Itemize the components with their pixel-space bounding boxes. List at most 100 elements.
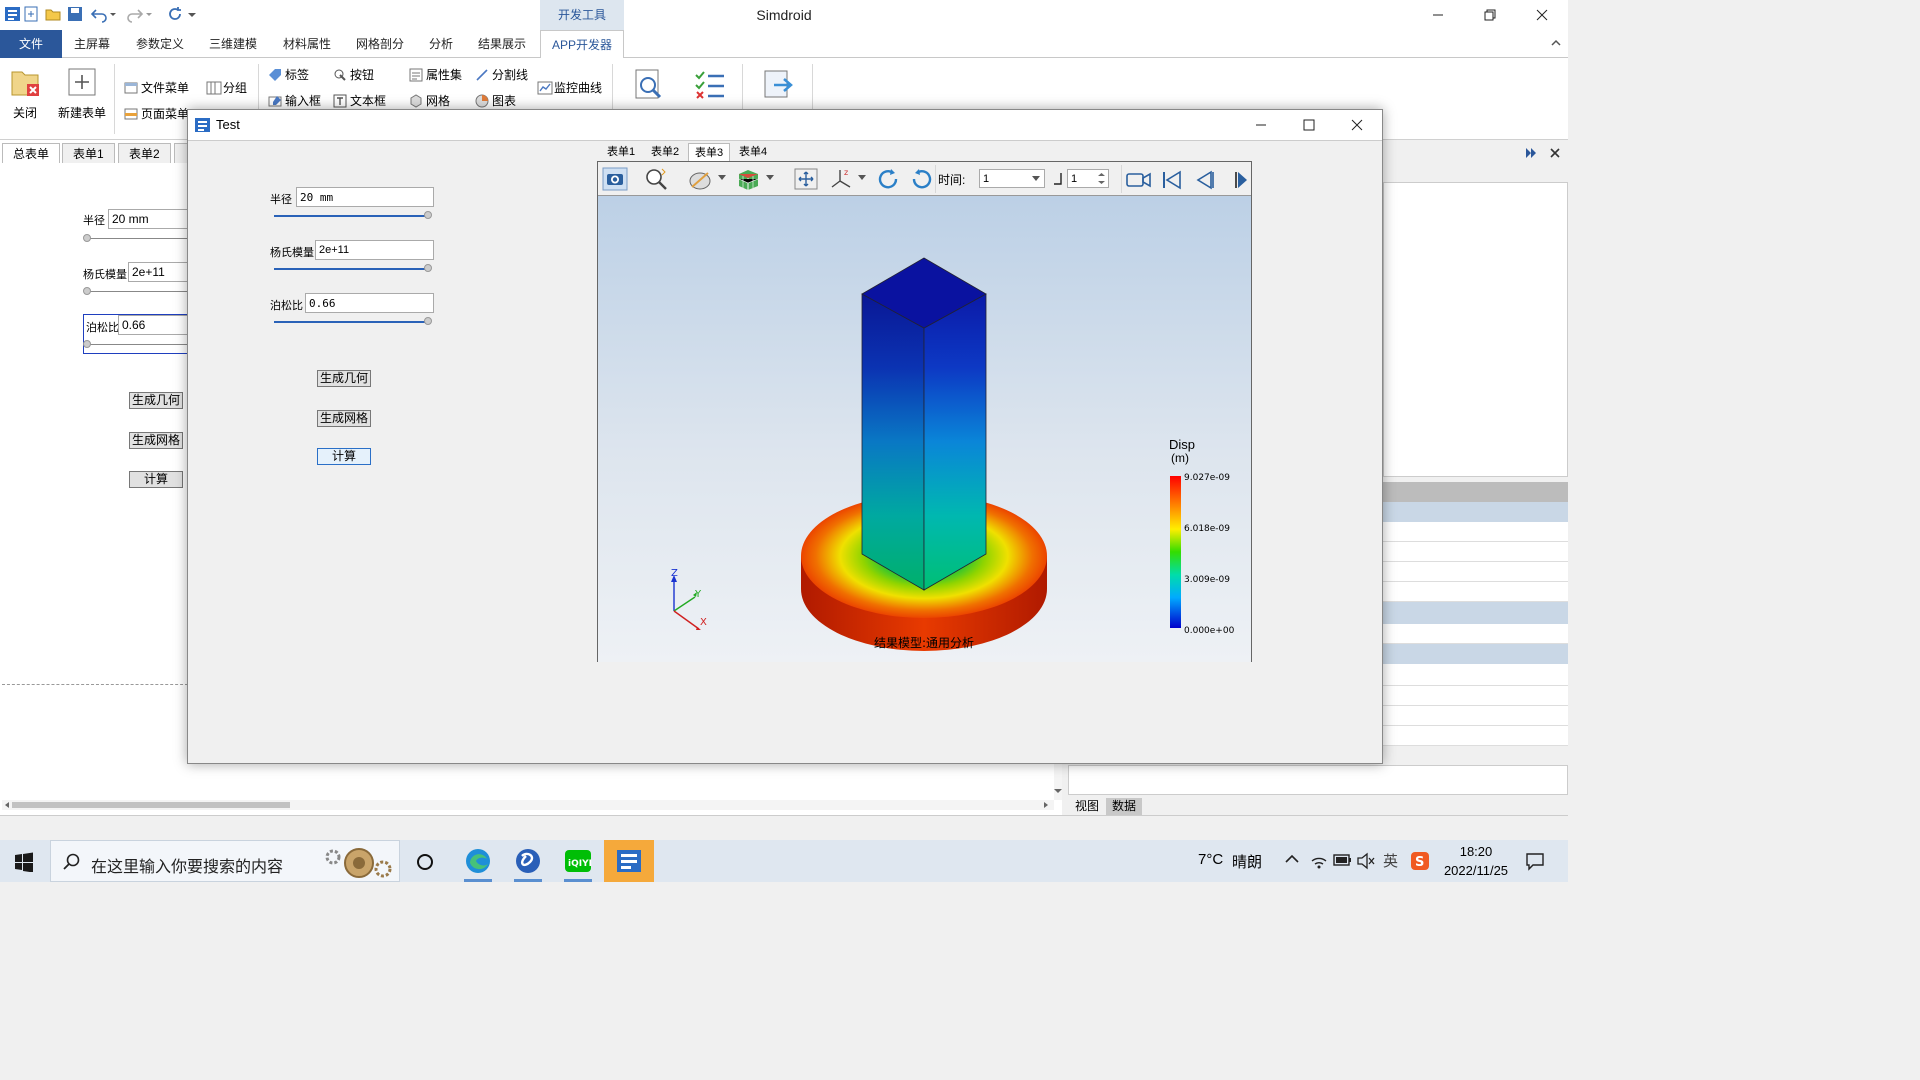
- export-app-icon[interactable]: [762, 68, 796, 102]
- dialog-young-slider-handle[interactable]: [424, 264, 432, 272]
- property-row[interactable]: [1383, 542, 1568, 562]
- left-calculate-button[interactable]: 计算: [129, 471, 183, 488]
- form-design-canvas[interactable]: 半径 20 mm 杨氏模量 2e+11 泊松比 0.66 生成几何 生成网格 计…: [2, 163, 198, 685]
- speaker-muted-icon[interactable]: [1356, 852, 1376, 870]
- tab-analysis[interactable]: 分析: [418, 30, 464, 58]
- customize-toolbar-icon[interactable]: [186, 5, 198, 23]
- tab-results[interactable]: 结果展示: [467, 30, 537, 58]
- zoom-icon[interactable]: [644, 167, 670, 191]
- undo-dropdown-icon[interactable]: [108, 5, 118, 23]
- preview-search-icon[interactable]: [632, 68, 666, 102]
- radius-input[interactable]: 20 mm: [108, 209, 198, 229]
- property-row[interactable]: [1383, 502, 1568, 522]
- taskbar-app-swirl-button[interactable]: [508, 840, 548, 882]
- rotate-ccw-icon[interactable]: [908, 167, 934, 191]
- sogou-ime-icon[interactable]: S: [1410, 851, 1430, 871]
- property-row[interactable]: [1383, 706, 1568, 726]
- calculate-button[interactable]: 计算: [317, 448, 371, 465]
- radius-slider[interactable]: [88, 238, 198, 239]
- young-slider[interactable]: [88, 291, 198, 292]
- dialog-radius-input[interactable]: 20 mm: [296, 187, 434, 207]
- expand-panel-icon[interactable]: [1525, 147, 1537, 159]
- new-form-button[interactable]: 新建表单: [56, 66, 108, 121]
- property-row[interactable]: [1383, 602, 1568, 624]
- property-set-button[interactable]: 属性集: [409, 66, 462, 83]
- tab-material[interactable]: 材料属性: [272, 30, 342, 58]
- display-style-icon[interactable]: [688, 167, 714, 191]
- property-row[interactable]: [1383, 522, 1568, 542]
- dialog-poisson-input[interactable]: 0.66: [305, 293, 434, 313]
- property-row[interactable]: [1383, 624, 1568, 644]
- close-window-button[interactable]: [1516, 0, 1568, 30]
- record-video-icon[interactable]: [1125, 169, 1153, 191]
- dialog-radius-slider[interactable]: [274, 215, 428, 217]
- property-tree[interactable]: [1383, 182, 1568, 477]
- tab-form-2[interactable]: 表单2: [118, 143, 171, 163]
- redo-icon[interactable]: [126, 5, 144, 23]
- taskbar-search-box[interactable]: 在这里输入你要搜索的内容: [50, 840, 400, 882]
- show-hidden-icons-chevron-icon[interactable]: [1285, 854, 1299, 864]
- group-button[interactable]: 分组: [206, 79, 247, 96]
- property-row[interactable]: [1383, 726, 1568, 746]
- file-menu-button[interactable]: 文件菜单: [124, 79, 189, 96]
- input-box-button[interactable]: 输入框: [268, 92, 321, 109]
- dialog-young-input[interactable]: 2e+11: [315, 240, 434, 260]
- poisson-slider[interactable]: [88, 344, 198, 345]
- dialog-radius-slider-handle[interactable]: [424, 211, 432, 219]
- time-select[interactable]: 1: [979, 169, 1045, 188]
- ime-indicator[interactable]: 英: [1383, 850, 1398, 871]
- taskbar-iqiyi-button[interactable]: iQIYI: [558, 840, 598, 882]
- taskbar-edge-button[interactable]: [458, 840, 498, 882]
- spinner-arrows-icon[interactable]: [1098, 172, 1105, 185]
- taskbar-simdroid-button[interactable]: [604, 840, 654, 882]
- dialog-young-slider[interactable]: [274, 268, 428, 270]
- open-folder-icon[interactable]: [44, 5, 62, 23]
- save-icon[interactable]: [66, 5, 84, 23]
- tab-data[interactable]: 数据: [1106, 798, 1143, 815]
- left-generate-geometry-button[interactable]: 生成几何: [129, 392, 183, 409]
- tab-home[interactable]: 主屏幕: [63, 30, 121, 58]
- collapse-ribbon-icon[interactable]: [1550, 37, 1562, 49]
- scroll-left-arrow-icon[interactable]: [4, 802, 10, 808]
- tab-file[interactable]: 文件: [0, 30, 62, 58]
- display-style-dropdown-icon[interactable]: [718, 175, 726, 181]
- tab-form-more[interactable]: [174, 143, 188, 163]
- clock-time[interactable]: 18:20: [1440, 844, 1512, 859]
- property-row[interactable]: [1383, 562, 1568, 582]
- monitor-curve-button[interactable]: 监控曲线: [537, 79, 602, 96]
- property-row[interactable]: [1383, 686, 1568, 706]
- color-cube-icon[interactable]: [736, 167, 762, 191]
- network-icon[interactable]: [1310, 852, 1328, 870]
- tab-meshing[interactable]: 网格剖分: [345, 30, 415, 58]
- radius-slider-handle[interactable]: [83, 234, 91, 242]
- close-panel-icon[interactable]: [1549, 147, 1561, 159]
- new-file-icon[interactable]: [22, 5, 40, 23]
- windows-start-icon[interactable]: [14, 852, 34, 872]
- battery-icon[interactable]: [1333, 853, 1353, 867]
- dialog-minimize-button[interactable]: [1237, 110, 1285, 140]
- next-frame-icon[interactable]: [1234, 169, 1248, 191]
- clock-date[interactable]: 2022/11/25: [1440, 863, 1512, 878]
- poisson-input[interactable]: 0.66: [118, 315, 198, 335]
- notification-center-icon[interactable]: [1525, 851, 1545, 871]
- scroll-down-arrow-icon[interactable]: [1054, 787, 1062, 795]
- color-cube-dropdown-icon[interactable]: [766, 175, 774, 181]
- dialog-maximize-button[interactable]: [1285, 110, 1333, 140]
- left-generate-mesh-button[interactable]: 生成网格: [129, 432, 183, 449]
- close-form-button[interactable]: 关闭: [6, 66, 44, 121]
- step-spinner[interactable]: 1: [1067, 169, 1109, 188]
- mesh-widget-button[interactable]: 网格: [409, 92, 450, 109]
- dialog-tab-form-1[interactable]: 表单1: [601, 143, 641, 161]
- horizontal-scroll-thumb[interactable]: [12, 802, 290, 808]
- tab-view[interactable]: 视图: [1072, 798, 1102, 815]
- previous-frame-icon[interactable]: [1193, 169, 1217, 191]
- property-row[interactable]: [1383, 664, 1568, 686]
- tab-parameters[interactable]: 参数定义: [125, 30, 195, 58]
- tab-3d-modeling[interactable]: 三维建模: [198, 30, 268, 58]
- generate-mesh-button[interactable]: 生成网格: [317, 410, 371, 427]
- tab-form-1[interactable]: 表单1: [62, 143, 115, 163]
- minimize-button[interactable]: [1412, 0, 1464, 30]
- undo-icon[interactable]: [90, 5, 108, 23]
- task-view-icon[interactable]: [415, 852, 435, 872]
- dialog-close-button[interactable]: [1333, 110, 1381, 140]
